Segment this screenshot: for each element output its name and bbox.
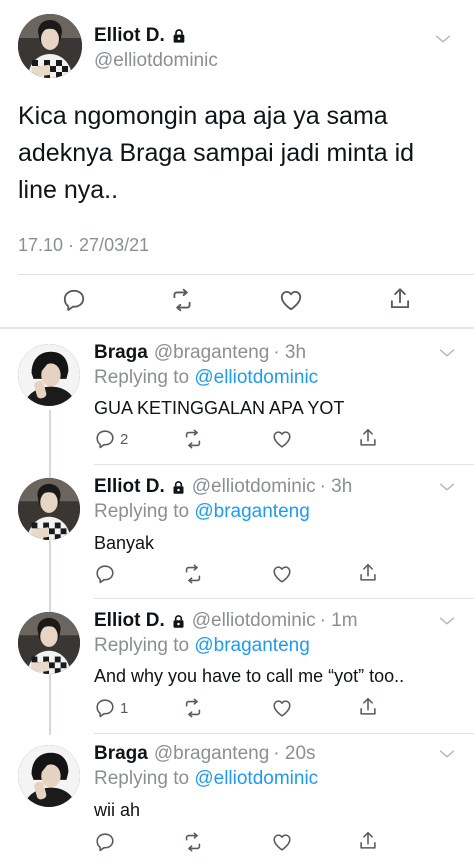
reply-text: Banyak xyxy=(94,533,155,553)
reply-author-handle: @braganteng xyxy=(153,342,270,363)
replying-to-mention[interactable]: @elliotdominic xyxy=(194,367,318,388)
reply-icon[interactable] xyxy=(94,831,116,853)
divider xyxy=(94,598,474,599)
like-icon[interactable] xyxy=(271,831,293,853)
reply-count: 2 xyxy=(120,430,129,448)
reply-author-name: Braga xyxy=(94,342,148,363)
replying-to-label: Replying to xyxy=(94,768,190,789)
retweet-icon[interactable] xyxy=(182,428,204,450)
main-author[interactable]: Elliot D. xyxy=(94,24,187,48)
reply-avatar[interactable] xyxy=(18,344,80,406)
replying-to: Replying to @braganteng xyxy=(94,501,310,523)
reply-count: 1 xyxy=(120,699,129,717)
reply-header[interactable]: Elliot D. @elliotdominic · 3h xyxy=(94,476,352,498)
like-icon[interactable] xyxy=(271,563,293,585)
reply-author-name: Elliot D. xyxy=(94,476,165,497)
reply-avatar[interactable] xyxy=(18,612,80,674)
main-author-name: Elliot D. xyxy=(94,25,165,46)
reply-author-handle: @elliotdominic xyxy=(191,610,316,631)
lock-icon xyxy=(171,27,187,45)
retweet-icon[interactable] xyxy=(182,831,204,853)
divider xyxy=(94,464,474,465)
thread-line xyxy=(49,410,51,735)
main-author-handle[interactable]: @elliotdominic xyxy=(94,50,218,72)
replying-to: Replying to @elliotdominic xyxy=(94,367,318,389)
reply-header[interactable]: Elliot D. @elliotdominic · 1m xyxy=(94,610,358,632)
share-icon[interactable] xyxy=(387,286,413,312)
avatar-braga-image xyxy=(18,745,80,807)
reply-author-name: Elliot D. xyxy=(94,610,165,631)
share-icon[interactable] xyxy=(357,427,379,449)
replying-to: Replying to @elliotdominic xyxy=(94,768,318,790)
chevron-down-icon[interactable] xyxy=(436,610,458,632)
lock-icon xyxy=(171,479,186,496)
chevron-down-icon[interactable] xyxy=(436,476,458,498)
reply-header[interactable]: Braga @braganteng · 20s xyxy=(94,743,316,765)
reply-time: · 3h xyxy=(273,342,307,363)
reply-icon[interactable]: 1 xyxy=(94,697,128,719)
main-avatar[interactable] xyxy=(18,14,82,78)
chevron-down-icon[interactable] xyxy=(436,743,458,765)
avatar-elliot-image xyxy=(18,612,80,674)
reply-author-name: Braga xyxy=(94,743,148,764)
tweet-text-line: Kica ngomongin apa aja ya sama xyxy=(18,102,388,130)
reply-time: · 20s xyxy=(273,743,316,764)
share-icon[interactable] xyxy=(357,562,379,584)
avatar-braga-image xyxy=(18,344,80,406)
divider xyxy=(0,327,474,329)
reply-header[interactable]: Braga @braganteng · 3h xyxy=(94,342,306,364)
retweet-icon[interactable] xyxy=(169,287,195,313)
replying-to-mention[interactable]: @braganteng xyxy=(194,635,309,656)
reply-time: · 3h xyxy=(319,476,353,497)
reply-text: And why you have to call me “yot” too.. xyxy=(94,666,405,686)
main-tweet-text: Kica ngomongin apa aja ya sama adeknya B… xyxy=(18,98,414,209)
tweet-text-line: line nya.. xyxy=(18,176,119,204)
like-icon[interactable] xyxy=(271,697,293,719)
lock-icon xyxy=(171,613,186,630)
reply-author-handle: @elliotdominic xyxy=(191,476,316,497)
replying-to-label: Replying to xyxy=(94,367,190,388)
reply-icon[interactable] xyxy=(94,563,116,585)
share-icon[interactable] xyxy=(357,696,379,718)
main-timestamp[interactable]: 17.10 · 27/03/21 xyxy=(18,235,149,256)
retweet-icon[interactable] xyxy=(182,563,204,585)
replying-to: Replying to @braganteng xyxy=(94,635,310,657)
reply-text: wii ah xyxy=(94,800,141,820)
retweet-icon[interactable] xyxy=(182,697,204,719)
reply-text: GUA KETINGGALAN APA YOT xyxy=(94,398,345,418)
avatar-elliot-image xyxy=(18,14,82,78)
reply-icon[interactable]: 2 xyxy=(94,428,128,450)
reply-icon[interactable] xyxy=(61,287,87,313)
reply-author-handle: @braganteng xyxy=(153,743,270,764)
replying-to-label: Replying to xyxy=(94,501,190,522)
reply-avatar[interactable] xyxy=(18,478,80,540)
chevron-down-icon[interactable] xyxy=(432,28,454,50)
divider xyxy=(94,733,474,734)
tweet-text-line: adeknya Braga sampai jadi minta id xyxy=(18,139,415,167)
replying-to-mention[interactable]: @elliotdominic xyxy=(194,768,318,789)
replying-to-mention[interactable]: @braganteng xyxy=(194,501,309,522)
replying-to-label: Replying to xyxy=(94,635,190,656)
like-icon[interactable] xyxy=(271,428,293,450)
share-icon[interactable] xyxy=(357,830,379,852)
avatar-elliot-image xyxy=(18,478,80,540)
reply-time: · 1m xyxy=(319,610,358,631)
divider xyxy=(18,274,474,275)
chevron-down-icon[interactable] xyxy=(436,342,458,364)
reply-avatar[interactable] xyxy=(18,745,80,807)
like-icon[interactable] xyxy=(278,287,304,313)
